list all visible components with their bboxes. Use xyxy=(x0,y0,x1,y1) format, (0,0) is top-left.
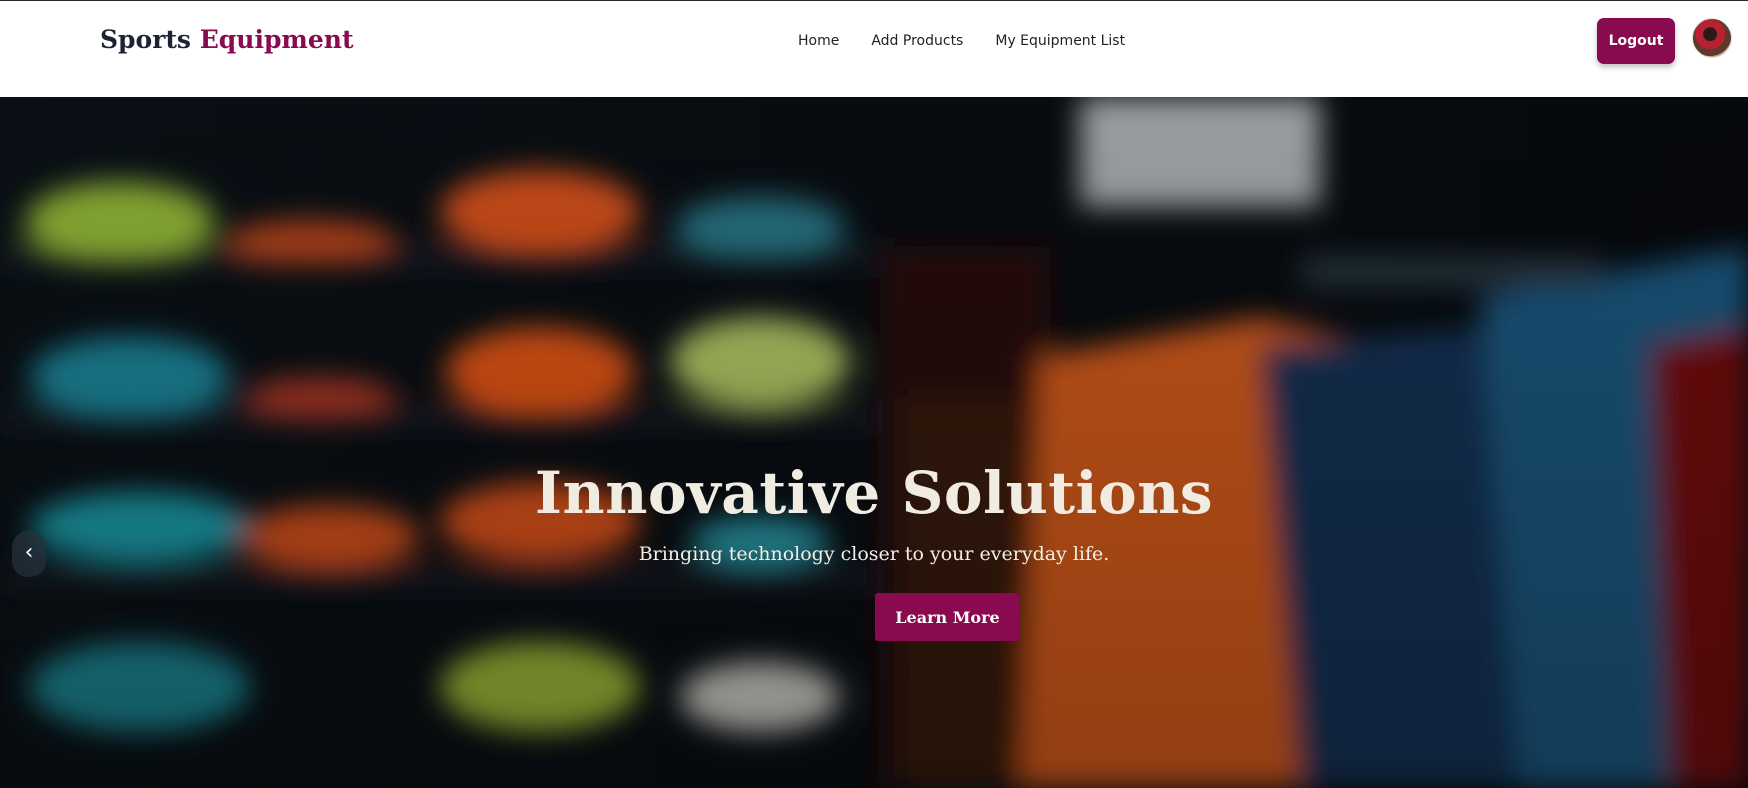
hero-carousel: ‹ Innovative Solutions Bringing technolo… xyxy=(0,97,1748,788)
hero-subtitle: Bringing technology closer to your every… xyxy=(638,543,1110,565)
nav-add-products[interactable]: Add Products xyxy=(871,33,963,49)
main-nav: Home Add Products My Equipment List xyxy=(798,33,1125,49)
brand-word-sports: Sports xyxy=(100,25,192,54)
hero-overlay xyxy=(0,97,1748,788)
brand-logo[interactable]: Sports Equipment xyxy=(100,25,354,54)
hero-title: Innovative Solutions xyxy=(534,459,1214,527)
logout-button[interactable]: Logout xyxy=(1597,18,1675,64)
avatar[interactable] xyxy=(1692,18,1732,58)
nav-home[interactable]: Home xyxy=(798,33,839,49)
brand-word-equipment: Equipment xyxy=(199,25,354,54)
nav-my-equipment-list[interactable]: My Equipment List xyxy=(995,33,1125,49)
navbar: Sports Equipment Home Add Products My Eq… xyxy=(0,1,1748,97)
learn-more-button[interactable]: Learn More xyxy=(875,593,1020,641)
